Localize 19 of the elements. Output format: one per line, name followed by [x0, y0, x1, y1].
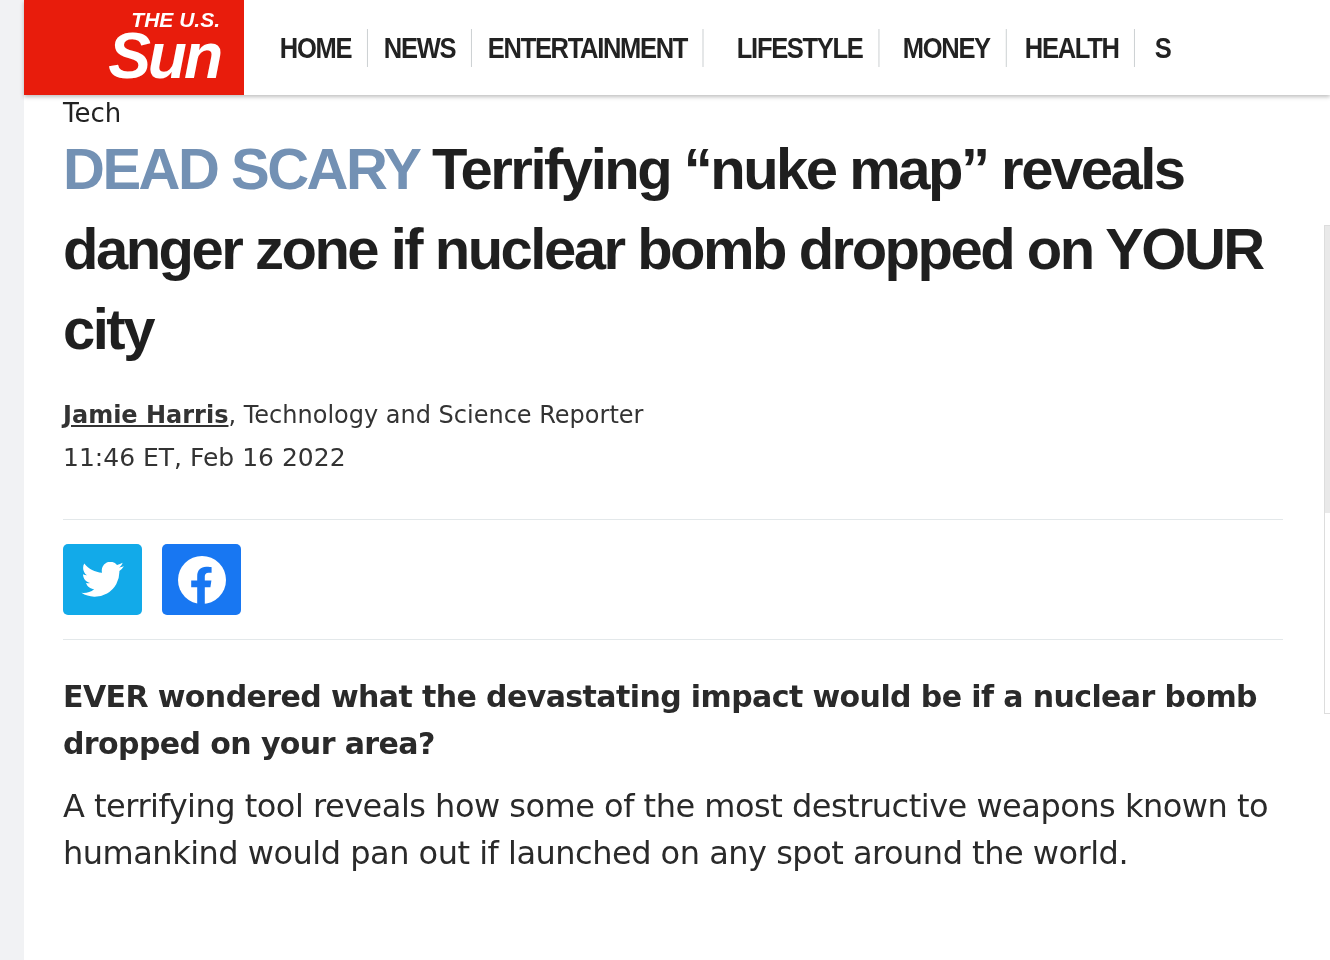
twitter-share-button[interactable] [63, 544, 142, 615]
timestamp: 11:46 ET, Feb 16 2022 [63, 442, 347, 474]
nav-link[interactable]: HEALTH [1009, 28, 1136, 67]
nav-link[interactable]: HOME [264, 28, 368, 67]
standfirst: EVER wondered what the devastating impact would be if a nuclear bomb dropped on your area? [63, 678, 1258, 763]
author-link[interactable]: Jamie Harris [63, 401, 229, 429]
facebook-share-button[interactable] [162, 544, 241, 615]
bird-icon [80, 561, 125, 598]
nav-link[interactable]: NEWS [368, 28, 472, 67]
byline: Jamie Harris, Technology and Science Reporter [63, 400, 645, 431]
headline: DEAD SCARY Terrifying “nuke map” reveals danger zone if nuclear bomb dropped on YOUR city [63, 135, 1265, 363]
nav-link[interactable]: MONEY [887, 28, 1007, 67]
nav-link[interactable]: S [1138, 28, 1180, 67]
nav-link[interactable]: LIFESTYLE [721, 28, 880, 67]
section-label: Tech [63, 97, 123, 129]
nav-link[interactable]: ENTERTAINMENT [472, 28, 704, 67]
facebook-icon [177, 555, 226, 604]
site-logo[interactable]: THE U.S. Sun [24, 0, 244, 95]
article-paragraph: A terrifying tool reveals how some of the most destructive weapons known to humankind would pan out if launched on any spot around the world. [63, 786, 1270, 874]
